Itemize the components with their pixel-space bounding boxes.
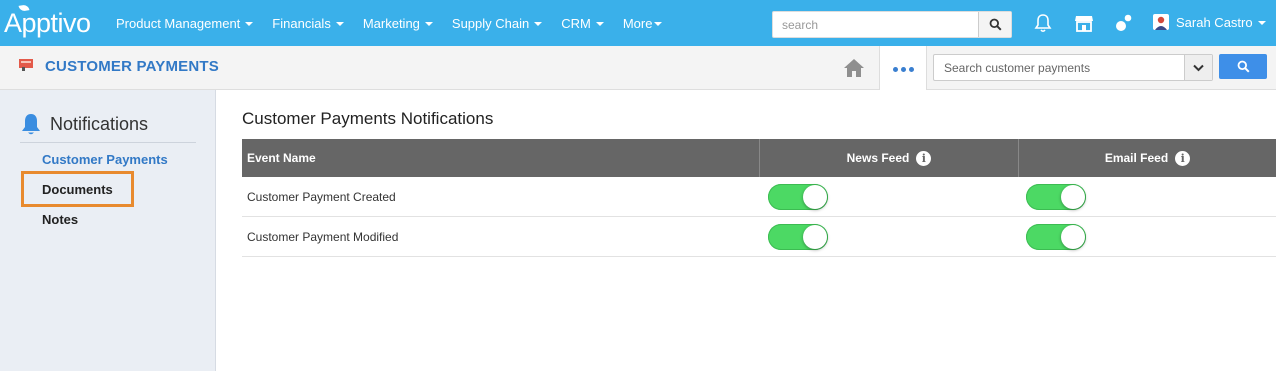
menu-label: Marketing bbox=[362, 15, 420, 31]
column-label: Event Name bbox=[247, 151, 316, 165]
global-search bbox=[772, 11, 1012, 38]
menu-label: More bbox=[622, 15, 653, 31]
caret-down-icon bbox=[1257, 20, 1266, 25]
sidebar-heading: Notifications bbox=[20, 112, 148, 136]
collaboration-button[interactable] bbox=[1113, 12, 1135, 34]
global-search-button[interactable] bbox=[978, 12, 1011, 37]
chevron-down-icon bbox=[1193, 64, 1204, 71]
caret-down-icon bbox=[245, 21, 254, 26]
customer-payments-search bbox=[933, 54, 1213, 81]
more-options-button[interactable] bbox=[879, 46, 927, 90]
global-search-input[interactable] bbox=[773, 12, 979, 37]
users-icon bbox=[1116, 14, 1132, 31]
main-menu: Product Management Financials Marketing … bbox=[116, 0, 681, 46]
menu-financials[interactable]: Financials bbox=[272, 16, 344, 31]
search-icon bbox=[1237, 60, 1250, 73]
user-menu[interactable]: Sarah Castro bbox=[1153, 14, 1266, 30]
notifications-table: Event Name News Feed i Email Feed i Cust… bbox=[242, 139, 1276, 257]
news-feed-cell bbox=[759, 177, 1018, 217]
event-name-cell: Customer Payment Modified bbox=[247, 230, 399, 244]
sidebar-divider bbox=[20, 142, 196, 143]
menu-label: Financials bbox=[272, 15, 331, 31]
caret-down-icon bbox=[595, 21, 604, 26]
home-button[interactable] bbox=[829, 46, 879, 90]
news-feed-cell bbox=[759, 217, 1018, 257]
table-row: Customer Payment Modified bbox=[242, 217, 1276, 257]
toggle-knob bbox=[803, 185, 827, 209]
table-header: Event Name News Feed i Email Feed i bbox=[242, 139, 1276, 177]
caret-down-icon bbox=[534, 21, 543, 26]
table-row: Customer Payment Created bbox=[242, 177, 1276, 217]
column-email-feed: Email Feed i bbox=[1018, 139, 1276, 177]
caret-down-icon bbox=[654, 21, 663, 26]
menu-more[interactable]: More bbox=[623, 16, 663, 31]
menu-supply-chain[interactable]: Supply Chain bbox=[451, 15, 543, 31]
home-icon bbox=[844, 59, 864, 77]
toggle-knob bbox=[1061, 185, 1085, 209]
app-header: CUSTOMER PAYMENTS bbox=[0, 46, 1276, 90]
email-feed-toggle[interactable] bbox=[1026, 184, 1086, 210]
toggle-knob bbox=[803, 225, 827, 249]
customer-payments-search-button[interactable] bbox=[1219, 54, 1267, 79]
info-icon[interactable]: i bbox=[916, 150, 932, 166]
column-label: Email Feed bbox=[1104, 151, 1169, 165]
top-navbar: Apptivo Product Management Financials Ma… bbox=[0, 0, 1276, 46]
customer-payments-app-icon bbox=[19, 59, 33, 71]
notifications-bell-button[interactable] bbox=[1032, 12, 1054, 34]
sidebar-item-documents[interactable]: Documents bbox=[42, 182, 113, 197]
menu-product-management[interactable]: Product Management bbox=[116, 15, 254, 31]
menu-marketing[interactable]: Marketing bbox=[363, 16, 433, 31]
customer-payments-search-input[interactable] bbox=[934, 55, 1184, 80]
info-icon[interactable]: i bbox=[1175, 150, 1191, 166]
user-name: Sarah Castro bbox=[1176, 14, 1253, 30]
menu-crm[interactable]: CRM bbox=[561, 16, 604, 31]
search-filter-dropdown[interactable] bbox=[1184, 55, 1212, 80]
news-feed-toggle[interactable] bbox=[768, 184, 828, 210]
email-feed-toggle[interactable] bbox=[1026, 224, 1086, 250]
settings-sidebar: Notifications Customer Payments Document… bbox=[0, 90, 216, 371]
app-title: CUSTOMER PAYMENTS bbox=[45, 58, 219, 75]
caret-down-icon bbox=[335, 21, 344, 26]
apptivo-logo[interactable]: Apptivo bbox=[4, 4, 91, 39]
email-feed-cell bbox=[1018, 177, 1276, 217]
sidebar-heading-text: Notifications bbox=[50, 113, 149, 134]
sidebar-item-customer-payments[interactable]: Customer Payments bbox=[42, 152, 168, 167]
ellipsis-icon bbox=[891, 59, 915, 77]
bell-icon bbox=[1034, 14, 1052, 33]
page-title: Customer Payments Notifications bbox=[242, 109, 494, 128]
toggle-knob bbox=[1061, 225, 1085, 249]
menu-label: Supply Chain bbox=[451, 15, 530, 31]
logo-text: Apptivo bbox=[4, 8, 91, 38]
event-name-cell: Customer Payment Created bbox=[247, 190, 396, 204]
search-icon bbox=[989, 18, 1002, 31]
caret-down-icon bbox=[424, 21, 433, 26]
column-event-name: Event Name bbox=[242, 139, 759, 177]
email-feed-cell bbox=[1018, 217, 1276, 257]
column-label: News Feed bbox=[846, 151, 910, 165]
store-icon bbox=[1075, 15, 1093, 32]
menu-label: Product Management bbox=[116, 15, 241, 31]
sidebar-item-notes[interactable]: Notes bbox=[42, 212, 78, 227]
news-feed-toggle[interactable] bbox=[768, 224, 828, 250]
menu-label: CRM bbox=[561, 15, 591, 31]
column-news-feed: News Feed i bbox=[759, 139, 1018, 177]
user-avatar-icon bbox=[1153, 14, 1169, 30]
app-store-button[interactable] bbox=[1073, 12, 1095, 34]
bell-icon bbox=[22, 114, 40, 135]
